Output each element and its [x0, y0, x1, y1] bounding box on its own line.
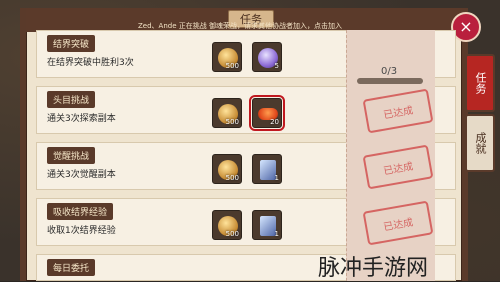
reward-item[interactable]: 5: [252, 42, 282, 72]
task-list: 结界突破 在结界突破中胜利3次 500 5 头目挑战 通关3次探索副本 500 …: [36, 30, 456, 281]
tab-achievements[interactable]: 成就: [465, 114, 495, 172]
reward-item-selected[interactable]: 20: [249, 95, 285, 131]
watermark: 脉冲手游网: [318, 256, 429, 281]
task-name: 结界突破: [47, 35, 96, 52]
progress-text: 0/3: [381, 66, 398, 77]
progress-bar: [357, 78, 423, 84]
task-desc: 通关3次探索副本: [47, 114, 116, 124]
task-name: 头目挑战: [47, 91, 96, 108]
side-tabs: 任务 成就: [465, 54, 495, 174]
reward-qty: 500: [225, 118, 239, 126]
completed-stamp: 已达成: [362, 200, 434, 246]
reward-item[interactable]: 500: [212, 42, 242, 72]
reward-qty: 1: [274, 230, 279, 238]
reward-qty: 500: [225, 230, 239, 238]
reward-item[interactable]: 500: [212, 210, 242, 240]
reward-item[interactable]: 1: [252, 154, 282, 184]
task-desc: 收取1次结界经验: [47, 226, 116, 236]
completed-stamp: 已达成: [362, 88, 434, 134]
task-name: 吸收结界经验: [47, 203, 114, 220]
completed-stamp: 已达成: [362, 144, 434, 190]
task-name: 觉醒挑战: [47, 147, 96, 164]
reward-item[interactable]: 500: [212, 98, 242, 128]
task-name: 每日委托: [47, 259, 96, 276]
status-column: 0/3 已达成 已达成 已达成: [346, 30, 435, 281]
tab-tasks[interactable]: 任务: [465, 54, 495, 112]
reward-qty: 500: [225, 174, 239, 182]
task-desc: 在结界突破中胜利3次: [47, 58, 134, 68]
task-desc: 通关3次觉醒副本: [47, 170, 116, 180]
reward-qty: 500: [225, 62, 239, 70]
reward-qty: 1: [274, 174, 279, 182]
reward-qty: 5: [274, 62, 279, 70]
reward-qty: 20: [270, 118, 279, 126]
reward-item[interactable]: 1: [252, 210, 282, 240]
task-progress: 0/3: [357, 66, 427, 86]
reward-item[interactable]: 500: [212, 154, 242, 184]
